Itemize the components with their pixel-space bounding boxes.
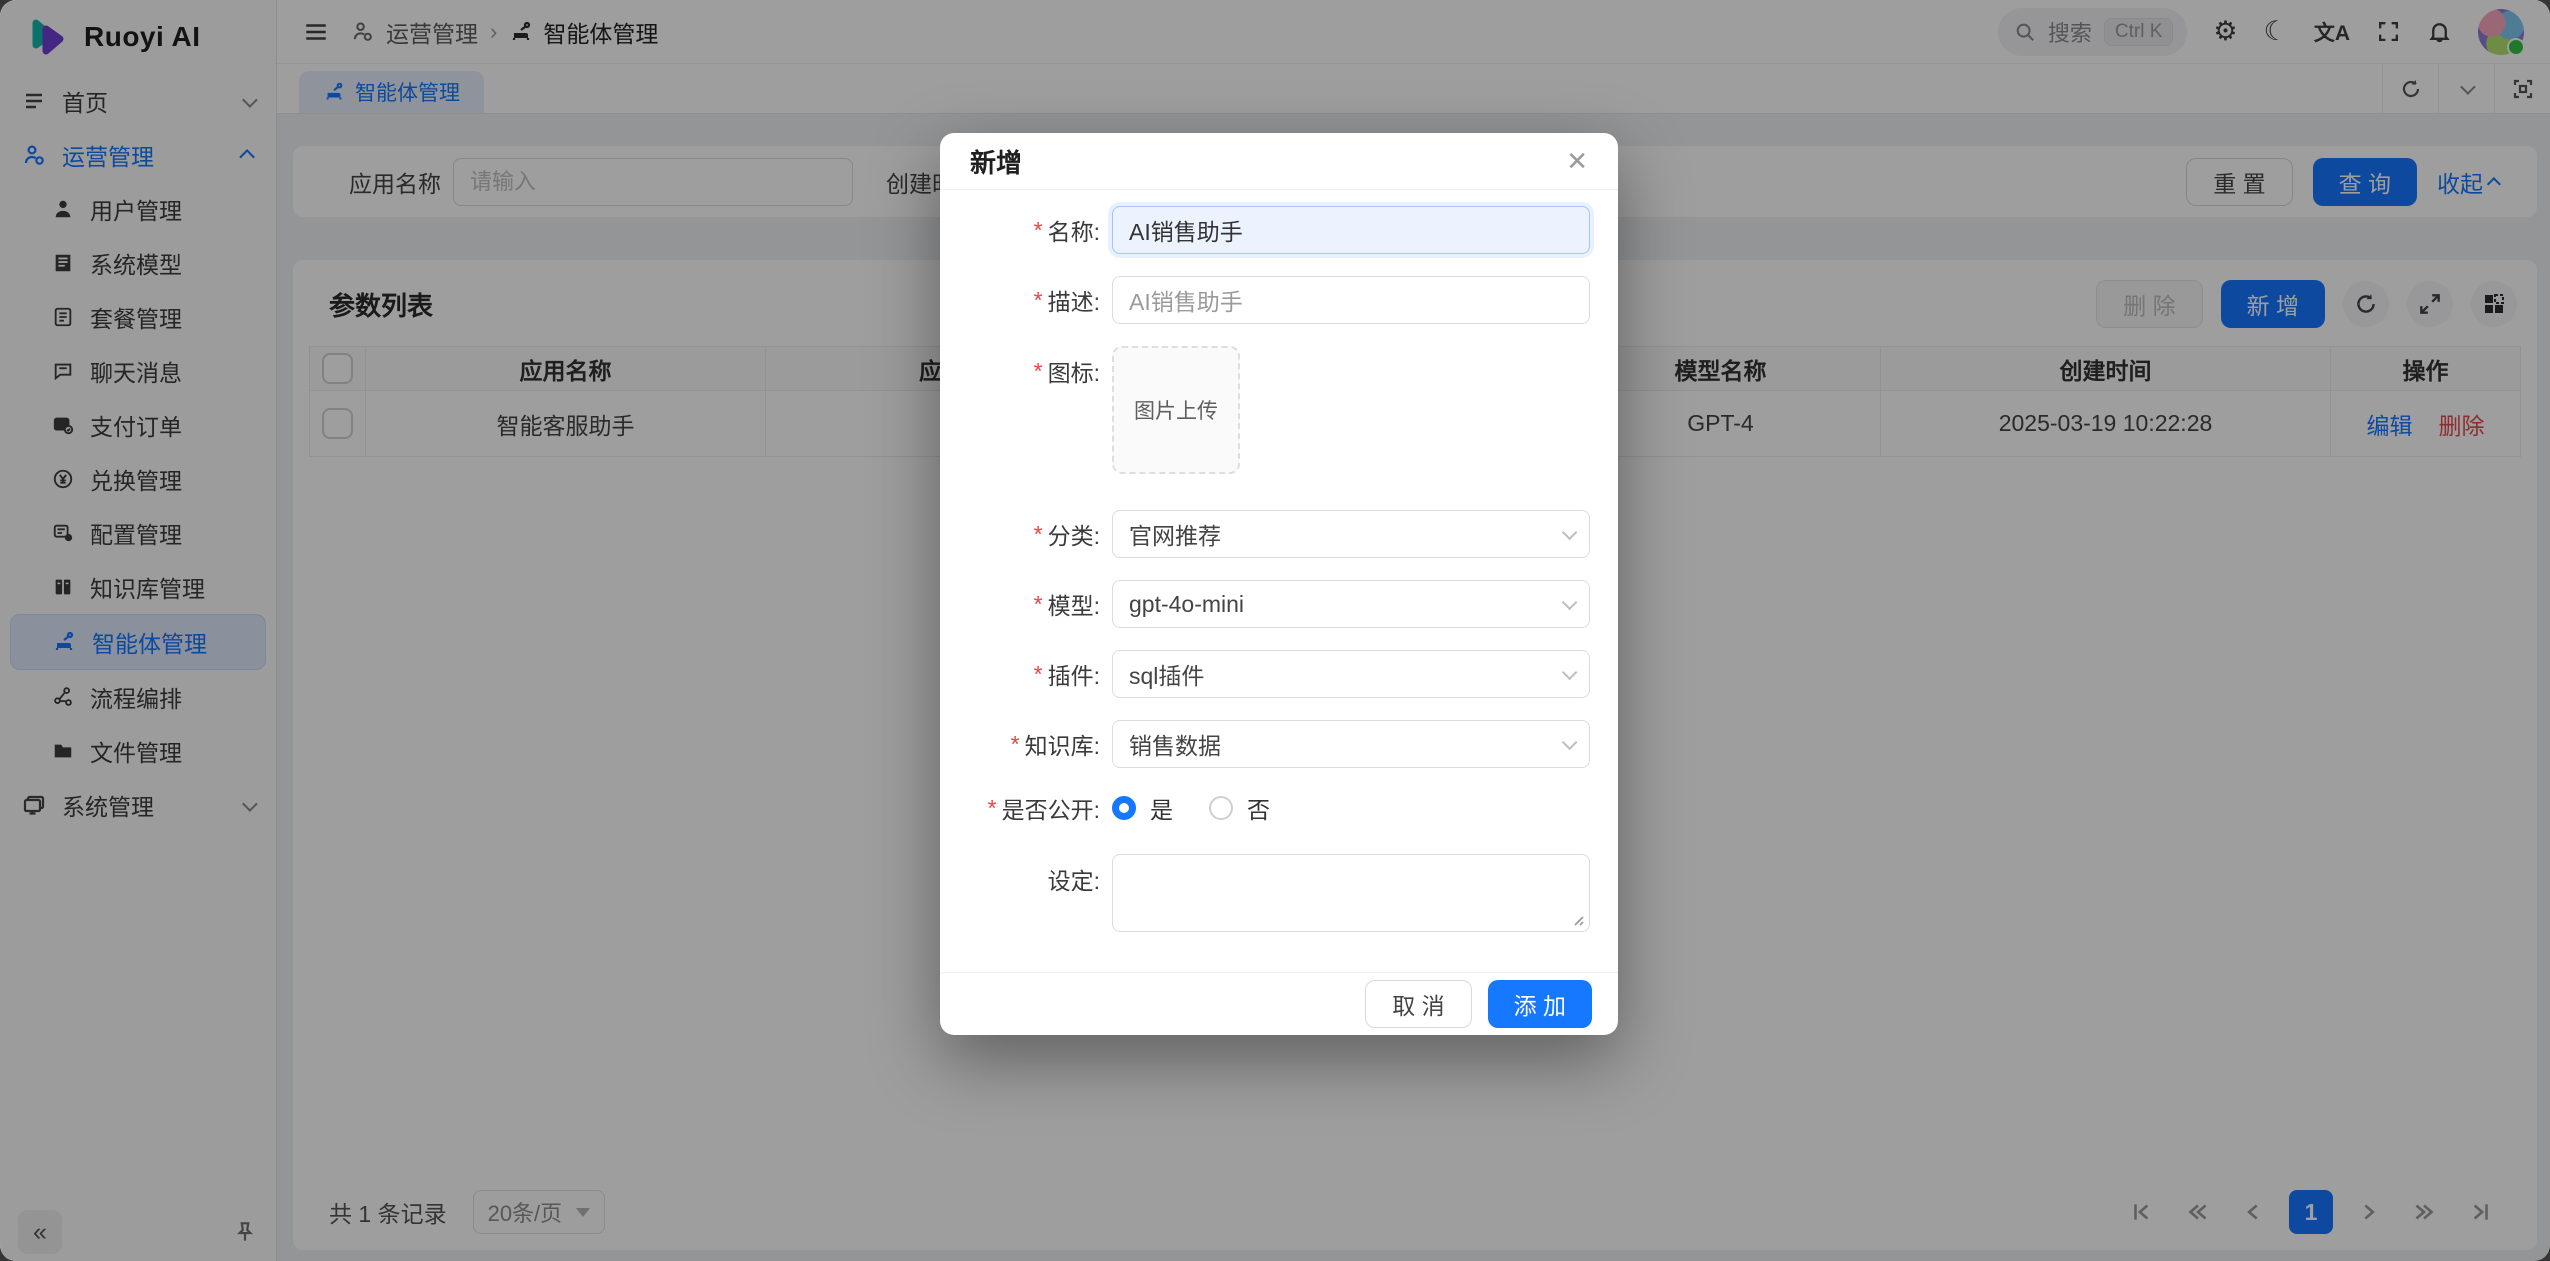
- field-label: *插件:: [940, 657, 1112, 691]
- required-mark: *: [1034, 217, 1043, 244]
- model-select[interactable]: gpt-4o-mini: [1112, 580, 1590, 628]
- add-agent-modal: 新增 ✕ *名称: *描述: *图标: 图片上传 *分类:: [940, 133, 1618, 1035]
- field-label: *分类:: [940, 517, 1112, 551]
- chevron-down-icon: [1562, 594, 1578, 610]
- name-input[interactable]: [1112, 206, 1590, 254]
- submit-button[interactable]: 添 加: [1488, 980, 1592, 1028]
- description-input[interactable]: [1112, 276, 1590, 324]
- radio-yes-label[interactable]: 是: [1150, 791, 1173, 825]
- form-row-knowledge: *知识库: 销售数据: [940, 720, 1590, 768]
- select-value: sql插件: [1129, 657, 1204, 691]
- form-row-desc: *描述:: [940, 276, 1590, 324]
- form-row-model: *模型: gpt-4o-mini: [940, 580, 1590, 628]
- field-label: *模型:: [940, 587, 1112, 621]
- form-row-plugin: *插件: sql插件: [940, 650, 1590, 698]
- required-mark: *: [988, 795, 997, 822]
- form-row-category: *分类: 官网推荐: [940, 510, 1590, 558]
- required-mark: *: [1034, 358, 1043, 385]
- form-row-visibility: *是否公开: 是 否: [940, 790, 1590, 826]
- image-upload-box[interactable]: 图片上传: [1112, 346, 1240, 474]
- close-icon[interactable]: ✕: [1566, 146, 1588, 177]
- radio-yes[interactable]: [1112, 796, 1136, 820]
- select-value: 官网推荐: [1129, 517, 1221, 551]
- field-label: *描述:: [940, 283, 1112, 317]
- modal-title: 新增: [970, 143, 1022, 180]
- knowledge-select[interactable]: 销售数据: [1112, 720, 1590, 768]
- plugin-select[interactable]: sql插件: [1112, 650, 1590, 698]
- form-row-setting: 设定:: [940, 854, 1590, 932]
- field-label: *图标:: [940, 354, 1112, 388]
- select-value: 销售数据: [1129, 727, 1221, 761]
- field-label: 设定:: [940, 862, 1112, 896]
- modal-form: *名称: *描述: *图标: 图片上传 *分类: 官网推荐: [940, 190, 1618, 932]
- setting-textarea[interactable]: [1112, 854, 1590, 932]
- required-mark: *: [1034, 591, 1043, 618]
- form-row-icon: *图标: 图片上传: [940, 346, 1590, 474]
- field-label: *名称:: [940, 213, 1112, 247]
- required-mark: *: [1034, 521, 1043, 548]
- required-mark: *: [1011, 731, 1020, 758]
- required-mark: *: [1034, 661, 1043, 688]
- chevron-down-icon: [1562, 664, 1578, 680]
- resize-grip-icon[interactable]: [1570, 912, 1584, 926]
- modal-footer: 取 消 添 加: [940, 972, 1618, 1035]
- radio-no[interactable]: [1209, 796, 1233, 820]
- form-row-name: *名称:: [940, 206, 1590, 254]
- cancel-button[interactable]: 取 消: [1365, 980, 1471, 1028]
- field-label: *知识库:: [940, 727, 1112, 761]
- modal-header: 新增 ✕: [940, 133, 1618, 190]
- upload-label: 图片上传: [1134, 395, 1218, 425]
- required-mark: *: [1034, 287, 1043, 314]
- select-value: gpt-4o-mini: [1129, 591, 1244, 618]
- field-label: *是否公开:: [940, 791, 1112, 825]
- app-window: Ruoyi AI 首页 运营管理 用户管理 系统模型: [0, 0, 2550, 1261]
- category-select[interactable]: 官网推荐: [1112, 510, 1590, 558]
- chevron-down-icon: [1562, 734, 1578, 750]
- chevron-down-icon: [1562, 524, 1578, 540]
- radio-no-label[interactable]: 否: [1247, 791, 1270, 825]
